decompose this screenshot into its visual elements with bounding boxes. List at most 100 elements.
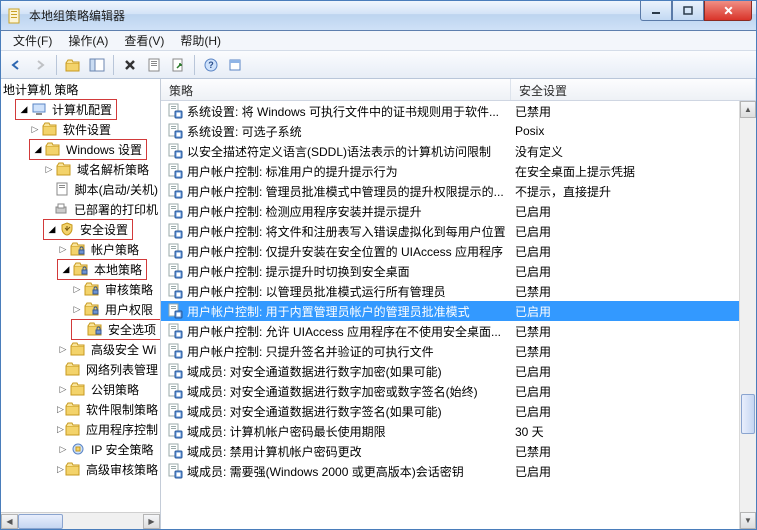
tree-item[interactable]: ▷审核策略 [1,279,160,299]
scroll-thumb[interactable] [18,514,63,529]
policy-icon [167,463,183,479]
properties-button[interactable] [143,54,165,76]
tree-item[interactable]: ▷公钥策略 [1,379,160,399]
list-row[interactable]: 系统设置: 将 Windows 可执行文件中的证书规则用于软件...已禁用 [161,101,756,121]
refresh-button[interactable] [224,54,246,76]
up-button[interactable] [62,54,84,76]
list-row[interactable]: 系统设置: 可选子系统Posix [161,121,756,141]
menu-action[interactable]: 操作(A) [60,30,116,51]
titlebar[interactable]: 本地组策略编辑器 [1,1,756,31]
scroll-track[interactable] [18,514,143,529]
toolbar: ? [1,51,756,79]
export-button[interactable] [167,54,189,76]
expander-open-icon[interactable]: ◢ [32,143,44,155]
expander-closed-icon[interactable]: ▷ [43,163,55,175]
list-row[interactable]: 域成员: 禁用计算机帐户密码更改已禁用 [161,441,756,461]
scroll-down-button[interactable]: ▼ [740,512,756,529]
list-row[interactable]: 以安全描述符定义语言(SDDL)语法表示的计算机访问限制没有定义 [161,141,756,161]
list-row[interactable]: 用户帐户控制: 仅提升安装在安全位置的 UIAccess 应用程序已启用 [161,241,756,261]
list-vscrollbar[interactable]: ▲ ▼ [739,101,756,529]
list-body[interactable]: 系统设置: 将 Windows 可执行文件中的证书规则用于软件...已禁用系统设… [161,101,756,529]
tree-item[interactable]: ▷IP 安全策略 [1,439,160,459]
list-row[interactable]: 域成员: 对安全通道数据进行数字加密(如果可能)已启用 [161,361,756,381]
list-row[interactable]: 用户帐户控制: 以管理员批准模式运行所有管理员已禁用 [161,281,756,301]
expander-closed-icon[interactable]: ▷ [57,343,69,355]
expander-open-icon[interactable]: ◢ [46,223,58,235]
tree-item[interactable]: 网络列表管理 [1,359,160,379]
list-row[interactable]: 用户帐户控制: 只提升签名并验证的可执行文件已禁用 [161,341,756,361]
back-button[interactable] [5,54,27,76]
menu-help[interactable]: 帮助(H) [172,30,229,51]
tree-item[interactable]: 脚本(启动/关机) [1,179,160,199]
list-row[interactable]: 域成员: 对安全通道数据进行数字加密或数字签名(始终)已启用 [161,381,756,401]
list-row[interactable]: 域成员: 对安全通道数据进行数字签名(如果可能)已启用 [161,401,756,421]
expander-open-icon[interactable]: ◢ [60,263,72,275]
folder-icon [65,422,81,436]
list-row[interactable]: 用户帐户控制: 管理员批准模式中管理员的提升权限提示的...不提示，直接提升 [161,181,756,201]
list-row[interactable]: 用户帐户控制: 标准用户的提升提示行为在安全桌面上提示凭据 [161,161,756,181]
folder-icon [45,142,61,156]
expander-closed-icon[interactable]: ▷ [57,243,69,255]
shield-icon [59,222,75,236]
tree-item[interactable]: 已部署的打印机 [1,199,160,219]
tree-item[interactable]: ▷高级安全 Wi [1,339,160,359]
expander-closed-icon[interactable]: ▷ [57,403,64,415]
tree-item[interactable]: ▷高级审核策略 [1,459,160,479]
scroll-right-button[interactable]: ▶ [143,514,160,529]
tree-item[interactable]: ◢安全设置 [1,219,160,239]
list-row[interactable]: 用户帐户控制: 用于内置管理员帐户的管理员批准模式已启用 [161,301,756,321]
delete-button[interactable] [119,54,141,76]
col-policy[interactable]: 策略 [161,79,511,100]
tree[interactable]: 地计算机 策略◢计算机配置▷软件设置 ◢ Windows 设置▷域名解析策略脚本(启… [1,79,160,512]
expander-closed-icon[interactable]: ▷ [71,303,83,315]
col-setting[interactable]: 安全设置 [511,79,756,100]
list-row[interactable]: 用户帐户控制: 提示提升时切换到安全桌面已启用 [161,261,756,281]
highlight: ◢计算机配置 [15,99,117,120]
tree-item[interactable]: ▷软件限制策略 [1,399,160,419]
tree-hscrollbar[interactable]: ◀ ▶ [1,512,160,529]
list-row[interactable]: 域成员: 需要强(Windows 2000 或更高版本)会话密钥已启用 [161,461,756,481]
show-hide-tree-button[interactable] [86,54,108,76]
tree-item[interactable]: ▷用户权限 [1,299,160,319]
tree-item[interactable]: 安全选项 [1,319,160,339]
expander-closed-icon[interactable]: ▷ [57,383,69,395]
help-button[interactable]: ? [200,54,222,76]
maximize-button[interactable] [672,1,704,21]
tree-item[interactable]: ◢计算机配置 [1,99,160,119]
minimize-button[interactable] [640,1,672,21]
tree-item-label: Windows 设置 [64,140,144,159]
list-row[interactable]: 用户帐户控制: 检测应用程序安装并提示提升已启用 [161,201,756,221]
expander-closed-icon[interactable]: ▷ [29,123,41,135]
expander-open-icon[interactable]: ◢ [18,103,30,115]
tree-item[interactable]: ▷软件设置 [1,119,160,139]
tree-item[interactable]: ▷帐户策略 [1,239,160,259]
tree-item[interactable]: ▷应用程序控制 [1,419,160,439]
expander-closed-icon[interactable]: ▷ [71,283,83,295]
setting-cell: 已启用 [515,303,756,320]
scroll-left-button[interactable]: ◀ [1,514,18,529]
forward-button[interactable] [29,54,51,76]
highlight: 安全选项 [71,319,160,340]
expander-closed-icon[interactable]: ▷ [57,463,64,475]
tree-item[interactable]: ◢ Windows 设置 [1,139,160,159]
list-row[interactable]: 用户帐户控制: 允许 UIAccess 应用程序在不使用安全桌面...已禁用 [161,321,756,341]
tree-item[interactable]: ◢本地策略 [1,259,160,279]
tree-item[interactable]: ▷域名解析策略 [1,159,160,179]
expander-closed-icon[interactable]: ▷ [57,443,69,455]
menu-view[interactable]: 查看(V) [116,30,172,51]
list-row[interactable]: 用户帐户控制: 将文件和注册表写入错误虚拟化到每用户位置已启用 [161,221,756,241]
window: 本地组策略编辑器 文件(F) 操作(A) 查看(V) 帮助(H) ? 地计算机 … [0,0,757,530]
scroll-track[interactable] [740,118,756,512]
expander-closed-icon[interactable]: ▷ [57,423,64,435]
tree-root[interactable]: 地计算机 策略 [1,79,160,99]
menu-file[interactable]: 文件(F) [5,30,60,51]
scroll-thumb[interactable] [741,394,755,434]
scroll-up-button[interactable]: ▲ [740,101,756,118]
list-row[interactable]: 域成员: 计算机帐户密码最长使用期限30 天 [161,421,756,441]
setting-cell: 已启用 [515,463,756,480]
setting-cell: 不提示，直接提升 [515,183,756,200]
setting-cell: 已启用 [515,243,756,260]
close-button[interactable] [704,1,752,21]
setting-cell: 已启用 [515,403,756,420]
svg-text:?: ? [208,60,214,70]
